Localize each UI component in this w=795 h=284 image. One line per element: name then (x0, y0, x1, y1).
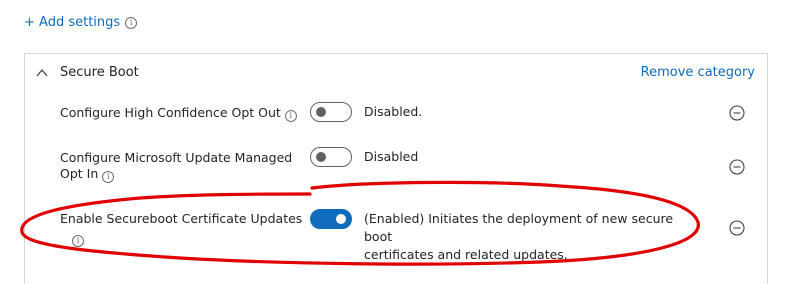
setting-status: (Enabled) Initiates the deployment of ne… (364, 211, 674, 262)
setting-label: Enable Secureboot Certificate Updates i (60, 211, 303, 247)
remove-circle-icon[interactable] (729, 105, 745, 121)
add-settings-label: + Add settings (24, 15, 121, 30)
secure-boot-category-card: Secure Boot Remove category Configure Hi… (24, 53, 768, 284)
toggle-knob (316, 107, 326, 117)
info-icon[interactable]: i (125, 16, 138, 29)
setting-label: Configure High Confidence Opt Out i (60, 105, 297, 122)
add-settings-link[interactable]: + Add settings i (24, 15, 138, 30)
setting-status: Disabled. (364, 104, 423, 119)
remove-circle-icon[interactable] (729, 220, 745, 236)
toggle-knob (336, 214, 346, 224)
info-icon[interactable]: i (102, 171, 115, 183)
chevron-up-icon[interactable] (35, 66, 49, 80)
toggle-switch[interactable] (310, 209, 352, 229)
remove-category-link[interactable]: Remove category (641, 65, 755, 80)
toggle-switch[interactable] (310, 147, 352, 167)
info-icon[interactable]: i (284, 110, 297, 122)
setting-label: Configure Microsoft Update Managed Opt I… (60, 150, 293, 183)
toggle-switch[interactable] (310, 102, 352, 122)
setting-status: Disabled (364, 149, 419, 164)
info-icon[interactable]: i (72, 235, 84, 247)
remove-circle-icon[interactable] (729, 159, 745, 175)
toggle-knob (316, 152, 326, 162)
category-title: Secure Boot (60, 65, 139, 80)
category-header: Secure Boot Remove category (25, 54, 767, 92)
